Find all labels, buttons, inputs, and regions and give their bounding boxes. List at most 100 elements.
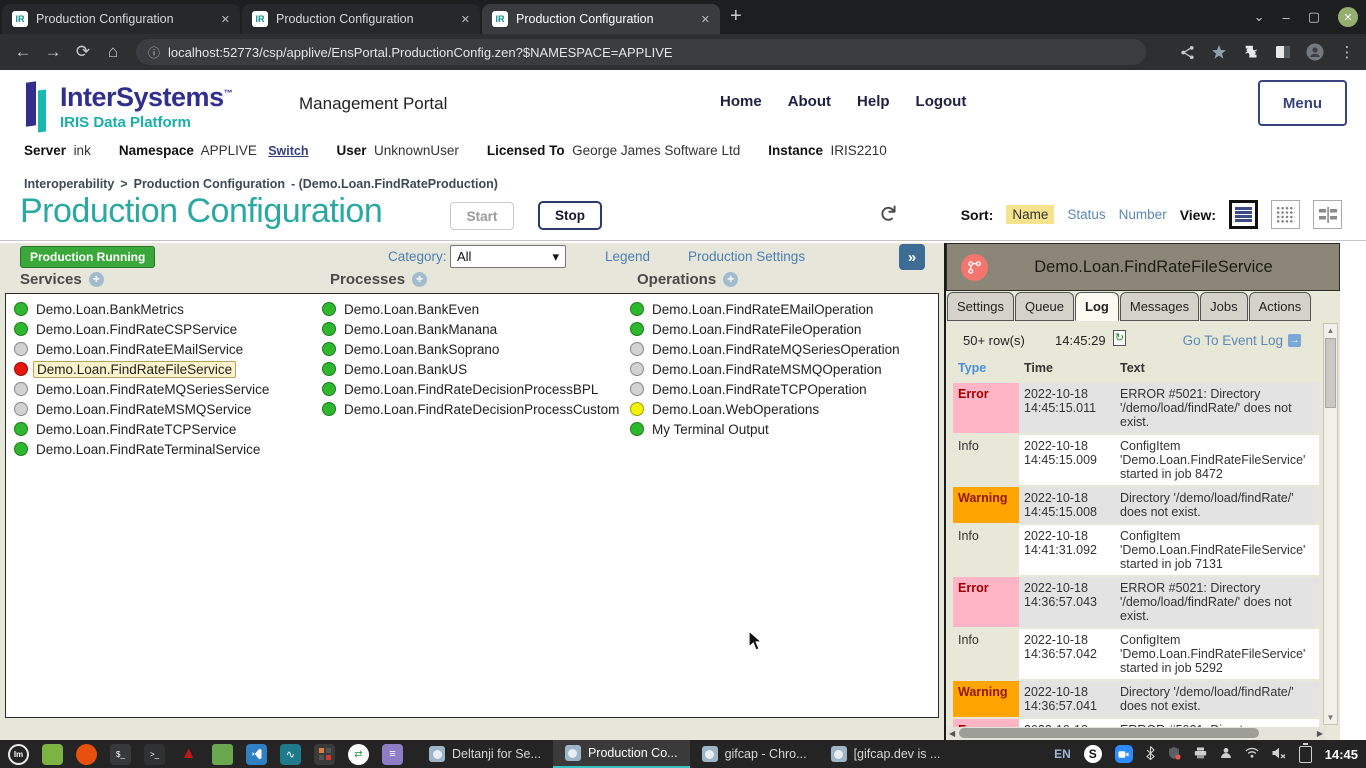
taskbar-window-button[interactable]: Production Co... xyxy=(553,740,690,768)
panel-tab-log[interactable]: Log xyxy=(1075,292,1119,321)
mint-menu-icon[interactable]: lm xyxy=(8,744,29,765)
red-logo-icon[interactable]: ▲ xyxy=(178,744,199,765)
service-item[interactable]: Demo.Loan.FindRateMQSeriesService xyxy=(14,379,272,399)
stop-button[interactable]: Stop xyxy=(538,201,602,230)
process-item[interactable]: Demo.Loan.BankUS xyxy=(322,359,622,379)
battery-icon[interactable] xyxy=(1299,746,1312,763)
production-settings-link[interactable]: Production Settings xyxy=(688,249,805,264)
service-item[interactable]: Demo.Loan.BankMetrics xyxy=(14,299,272,319)
browser-menu-kebab-icon[interactable]: ⋮ xyxy=(1338,43,1356,61)
firewall-shield-icon[interactable] xyxy=(1168,746,1181,763)
bookmark-star-icon[interactable] xyxy=(1210,43,1228,61)
operation-item[interactable]: Demo.Loan.FindRateMQSeriesOperation xyxy=(630,339,903,359)
process-item[interactable]: Demo.Loan.FindRateDecisionProcessCustom xyxy=(322,399,622,419)
vscode-icon[interactable] xyxy=(246,744,267,765)
legend-link[interactable]: Legend xyxy=(605,249,650,264)
item-label[interactable]: Demo.Loan.FindRateFileService xyxy=(33,361,236,378)
service-item[interactable]: Demo.Loan.FindRateCSPService xyxy=(14,319,272,339)
operation-item[interactable]: Demo.Loan.FindRateMSMQOperation xyxy=(630,359,903,379)
item-label[interactable]: Demo.Loan.FindRateTCPOperation xyxy=(649,382,870,397)
item-label[interactable]: Demo.Loan.FindRateMSMQService xyxy=(33,402,254,417)
window-close-button[interactable]: ✕ xyxy=(1338,7,1358,27)
nav-home-link[interactable]: Home xyxy=(720,93,762,110)
item-label[interactable]: Demo.Loan.BankUS xyxy=(341,362,470,377)
sort-by-number[interactable]: Number xyxy=(1119,207,1167,222)
extensions-puzzle-icon[interactable] xyxy=(1242,43,1260,61)
item-label[interactable]: Demo.Loan.FindRateDecisionProcessCustom xyxy=(341,402,622,417)
item-label[interactable]: Demo.Loan.FindRateTerminalService xyxy=(33,442,263,457)
item-label[interactable]: My Terminal Output xyxy=(649,422,772,437)
scroll-up-icon[interactable]: ▲ xyxy=(1324,326,1337,335)
service-item[interactable]: Demo.Loan.FindRateEMailService xyxy=(14,339,272,359)
scroll-right-icon[interactable]: ▶ xyxy=(1317,729,1323,738)
item-label[interactable]: Demo.Loan.FindRateTCPService xyxy=(33,422,239,437)
volume-muted-icon[interactable] xyxy=(1272,747,1286,762)
sync-app-icon[interactable]: ⇄ xyxy=(348,744,369,765)
browser-tab-2[interactable]: IR Production Configuration ✕ xyxy=(242,4,480,34)
calculator-icon[interactable] xyxy=(314,744,335,765)
scrollbar-thumb[interactable] xyxy=(1325,338,1336,408)
item-label[interactable]: Demo.Loan.FindRateMQSeriesOperation xyxy=(649,342,903,357)
tab-close-icon[interactable]: ✕ xyxy=(461,13,470,26)
panel-tab-queue[interactable]: Queue xyxy=(1015,292,1074,321)
service-item[interactable]: Demo.Loan.FindRateFileService xyxy=(14,359,272,379)
nav-logout-link[interactable]: Logout xyxy=(916,93,967,110)
printer-icon[interactable] xyxy=(1194,747,1207,762)
share-icon[interactable] xyxy=(1178,43,1196,61)
category-select[interactable]: All ▾ xyxy=(450,245,566,268)
item-label[interactable]: Demo.Loan.FindRateDecisionProcessBPL xyxy=(341,382,601,397)
expand-panel-button[interactable]: » xyxy=(899,244,925,270)
item-label[interactable]: Demo.Loan.FindRateMQSeriesService xyxy=(33,382,272,397)
sort-by-name[interactable]: Name xyxy=(1006,205,1054,224)
operation-item[interactable]: Demo.Loan.WebOperations xyxy=(630,399,903,419)
user-session-icon[interactable] xyxy=(1220,747,1232,762)
operation-item[interactable]: My Terminal Output xyxy=(630,419,903,439)
address-bar[interactable]: ⓘ localhost:52773/csp/applive/EnsPortal.… xyxy=(136,39,1146,65)
reload-button[interactable]: ⟳ xyxy=(68,42,98,62)
files-folder-icon[interactable] xyxy=(212,744,233,765)
add-process-button[interactable]: + xyxy=(412,272,427,287)
bluetooth-icon[interactable] xyxy=(1146,746,1155,763)
window-minimize-button[interactable]: – xyxy=(1282,10,1289,25)
wifi-icon[interactable] xyxy=(1245,747,1259,761)
flame-app-icon[interactable] xyxy=(76,744,97,765)
scroll-left-icon[interactable]: ◀ xyxy=(949,729,955,738)
browser-tab-3-active[interactable]: IR Production Configuration ✕ xyxy=(482,4,720,34)
notes-app-icon[interactable]: ≡ xyxy=(382,744,403,765)
service-item[interactable]: Demo.Loan.FindRateTerminalService xyxy=(14,439,272,459)
item-label[interactable]: Demo.Loan.BankMetrics xyxy=(33,302,187,317)
item-label[interactable]: Demo.Loan.FindRateMSMQOperation xyxy=(649,362,885,377)
scroll-down-icon[interactable]: ▼ xyxy=(1324,713,1337,722)
browser-tab-1[interactable]: IR Production Configuration ✕ xyxy=(2,4,240,34)
log-horizontal-scrollbar[interactable]: ◀ ▶ xyxy=(947,727,1325,740)
process-item[interactable]: Demo.Loan.BankSoprano xyxy=(322,339,622,359)
waveform-app-icon[interactable]: ∿ xyxy=(280,744,301,765)
panel-tab-settings[interactable]: Settings xyxy=(947,292,1014,321)
operation-item[interactable]: Demo.Loan.FindRateTCPOperation xyxy=(630,379,903,399)
nav-about-link[interactable]: About xyxy=(788,93,831,110)
forward-button[interactable]: → xyxy=(38,42,68,62)
window-maximize-button[interactable]: ▢ xyxy=(1308,9,1320,25)
sort-by-status[interactable]: Status xyxy=(1067,207,1105,222)
item-label[interactable]: Demo.Loan.BankManana xyxy=(341,322,500,337)
view-grid-icon[interactable] xyxy=(1271,200,1300,229)
switch-namespace-link[interactable]: Switch xyxy=(268,144,308,158)
terminal-icon[interactable]: $_ xyxy=(110,744,131,765)
service-item[interactable]: Demo.Loan.FindRateTCPService xyxy=(14,419,272,439)
scrollbar-thumb[interactable] xyxy=(959,728,1259,738)
view-split-icon[interactable] xyxy=(1313,200,1342,229)
site-info-icon[interactable]: ⓘ xyxy=(148,44,160,61)
new-tab-button[interactable]: + xyxy=(730,5,742,28)
auto-refresh-icon[interactable]: ↻ xyxy=(1113,330,1126,346)
go-to-event-log-link[interactable]: Go To Event Log → xyxy=(1183,333,1301,348)
tab-close-icon[interactable]: ✕ xyxy=(221,13,230,26)
item-label[interactable]: Demo.Loan.BankEven xyxy=(341,302,482,317)
process-item[interactable]: Demo.Loan.FindRateDecisionProcessBPL xyxy=(322,379,622,399)
taskbar-window-button[interactable]: [gifcap.dev is ... xyxy=(819,740,953,768)
process-item[interactable]: Demo.Loan.BankEven xyxy=(322,299,622,319)
taskbar-window-button[interactable]: gifcap - Chro... xyxy=(690,740,819,768)
keyboard-layout-indicator[interactable]: EN xyxy=(1054,747,1071,761)
tab-search-chevron-icon[interactable]: ⌄ xyxy=(1254,9,1265,25)
panel-tab-messages[interactable]: Messages xyxy=(1120,292,1199,321)
view-list-icon[interactable] xyxy=(1229,200,1258,229)
